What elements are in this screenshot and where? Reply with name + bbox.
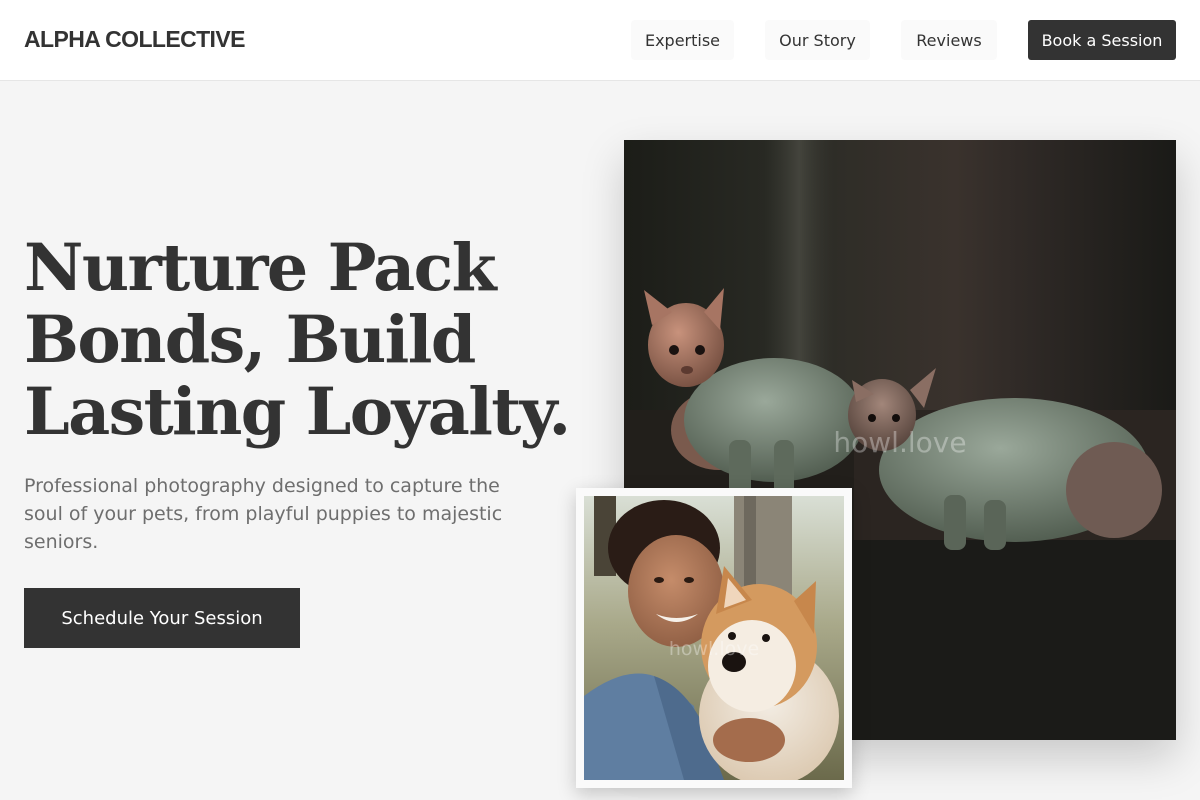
watermark-text: howl.love [833, 426, 967, 459]
schedule-session-button[interactable]: Schedule Your Session [24, 588, 300, 648]
watermark-text-small: howl.love [668, 638, 760, 660]
nav-reviews[interactable]: Reviews [901, 20, 997, 60]
polaroid-photo-dog: howl.love [576, 488, 852, 788]
site-header: ALPHA COLLECTIVE Expertise Our Story Rev… [0, 0, 1200, 81]
hero-title: Nurture Pack Bonds, Build Lasting Loyalt… [24, 230, 571, 450]
nav-expertise[interactable]: Expertise [631, 20, 734, 60]
hero-subtitle: Professional photography designed to cap… [24, 475, 503, 553]
book-session-button[interactable]: Book a Session [1028, 20, 1176, 60]
nav-our-story[interactable]: Our Story [765, 20, 870, 60]
brand-logo[interactable]: ALPHA COLLECTIVE [24, 26, 245, 53]
